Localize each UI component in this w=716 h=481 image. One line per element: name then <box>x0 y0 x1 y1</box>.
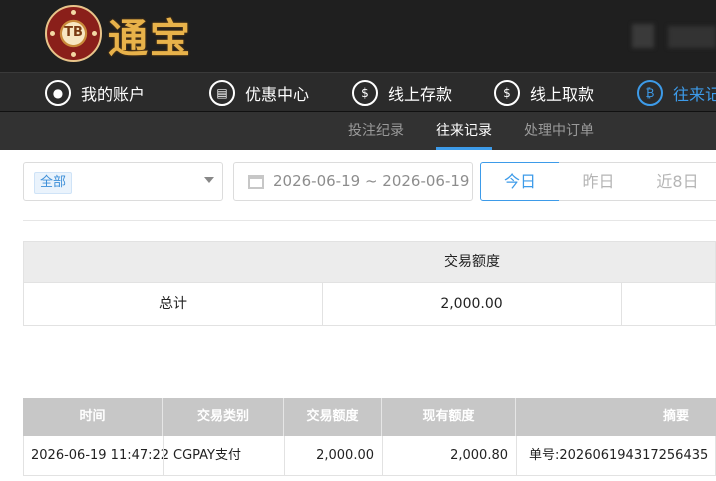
date-range-input[interactable]: 2026-06-19 ~ 2026-06-19 <box>233 162 473 201</box>
records-icon: ₿ <box>637 80 663 106</box>
tab-transaction-records[interactable]: 往来记录 <box>436 112 492 150</box>
deposit-icon: $ <box>352 80 378 106</box>
column-header-amount: 交易额度 <box>306 409 359 424</box>
user-icon: ● <box>45 80 71 106</box>
column-header-summary: 摘要 <box>662 409 689 424</box>
type-select[interactable]: 全部 <box>23 162 223 201</box>
nav-item-label: 优惠中心 <box>245 85 310 104</box>
summary-total-label: 总计 <box>159 296 187 312</box>
blurred-user-info <box>632 24 654 48</box>
tab-bet-records[interactable]: 投注纪录 <box>348 112 404 150</box>
calendar-icon <box>248 175 264 189</box>
logo-text[interactable]: 通宝 <box>108 6 192 64</box>
blurred-user-info <box>668 26 716 48</box>
nav-item-deposit[interactable]: $ 线上存款 <box>352 73 453 111</box>
yesterday-button[interactable]: 昨日 <box>559 162 639 201</box>
cell-divider <box>621 283 622 325</box>
last-8-days-button[interactable]: 近8日 <box>638 162 716 201</box>
nav-item-my-account[interactable]: ● 我的账户 <box>45 73 146 111</box>
nav-item-label: 线上取款 <box>530 85 595 104</box>
nav-item-label: 往来记 <box>673 85 716 104</box>
cell-type: CGPAY支付 <box>173 448 241 463</box>
withdraw-icon: $ <box>494 80 520 106</box>
cell-balance: 2,000.80 <box>450 448 508 463</box>
nav-item-label: 线上存款 <box>388 85 453 104</box>
cell-divider <box>163 436 164 475</box>
nav-item-label: 我的账户 <box>81 85 146 104</box>
column-header-balance: 现有额度 <box>422 409 475 424</box>
top-header: TB 通宝 <box>0 0 716 72</box>
selected-type-tag: 全部 <box>34 172 73 194</box>
date-range-value: 2026-06-19 ~ 2026-06-19 <box>273 172 470 190</box>
cell-divider <box>516 436 517 475</box>
logo-icon[interactable]: TB <box>45 5 102 62</box>
main-nav: ● 我的账户 ▤ 优惠中心 $ 线上存款 $ 线上取款 ₿ 往来记 <box>0 72 716 112</box>
summary-header-amount: 交易额度 <box>444 254 500 270</box>
cell-time: 2026-06-19 11:47:22 <box>31 448 170 463</box>
column-header-type: 交易类别 <box>196 409 249 424</box>
cell-summary: 单号:202606194317256435 <box>529 448 709 463</box>
tab-pending-orders[interactable]: 处理中订单 <box>524 112 594 150</box>
cell-amount: 2,000.00 <box>316 448 374 463</box>
today-button[interactable]: 今日 <box>480 162 560 201</box>
column-header-time: 时间 <box>79 409 106 424</box>
summary-table-row: 总计 2,000.00 <box>23 283 716 326</box>
nav-item-promotions[interactable]: ▤ 优惠中心 <box>209 73 310 111</box>
nav-item-records[interactable]: ₿ 往来记 <box>637 73 716 111</box>
sub-nav: 投注纪录 往来记录 处理中订单 <box>0 112 716 150</box>
summary-table-header: 交易额度 <box>23 241 716 283</box>
nav-item-withdraw[interactable]: $ 线上取款 <box>494 73 595 111</box>
table-row: 2026-06-19 11:47:22 CGPAY支付 2,000.00 2,0… <box>23 436 716 476</box>
chevron-down-icon <box>204 177 214 183</box>
records-table-header: 时间 交易类别 交易额度 现有额度 摘要 <box>23 398 716 436</box>
summary-total-value: 2,000.00 <box>440 296 503 312</box>
divider <box>23 220 716 221</box>
logo-badge-text: TB <box>64 25 83 40</box>
gift-icon: ▤ <box>209 80 235 106</box>
